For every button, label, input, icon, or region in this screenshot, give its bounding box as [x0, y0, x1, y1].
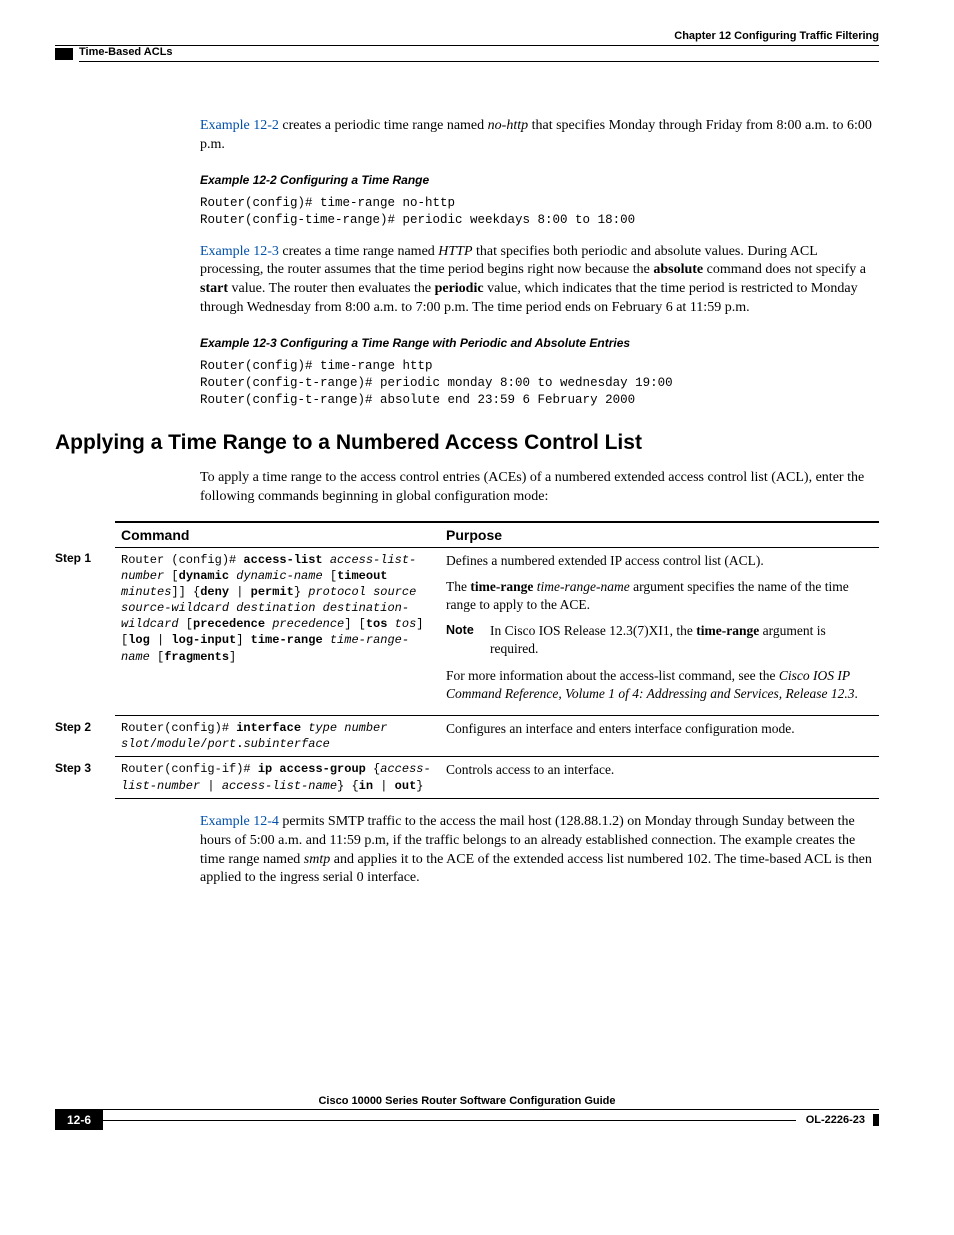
- heading-applying-time-range: Applying a Time Range to a Numbered Acce…: [55, 431, 879, 455]
- running-header-chapter: Chapter 12 Configuring Traffic Filtering: [55, 30, 879, 42]
- table-row: Step 2 Router(config)# interface type nu…: [55, 716, 879, 757]
- link-example-12-3[interactable]: Example 12-3: [200, 244, 279, 259]
- purpose-cell: Defines a numbered extended IP access co…: [440, 547, 879, 716]
- step-label: Step 1: [55, 547, 115, 716]
- header-decor-block: [55, 48, 73, 60]
- purpose-cell: Configures an interface and enters inter…: [440, 716, 879, 757]
- table-header-purpose: Purpose: [440, 522, 879, 548]
- page-number: 12-6: [55, 1110, 103, 1130]
- code-block: Router(config)# time-range http Router(c…: [200, 358, 879, 409]
- table-header-command: Command: [115, 522, 440, 548]
- command-cell: Router(config-if)# ip access-group {acce…: [115, 757, 440, 798]
- note-label: Note: [446, 622, 490, 658]
- step-label: Step 3: [55, 757, 115, 798]
- paragraph: To apply a time range to the access cont…: [200, 469, 879, 507]
- purpose-cell: Controls access to an interface.: [440, 757, 879, 798]
- table-row: Step 3 Router(config-if)# ip access-grou…: [55, 757, 879, 798]
- page-footer: Cisco 10000 Series Router Software Confi…: [55, 1095, 879, 1130]
- example-title: Example 12-2 Configuring a Time Range: [200, 173, 879, 187]
- command-cell: Router (config)# access-list access-list…: [115, 547, 440, 716]
- table-row: Step 1 Router (config)# access-list acce…: [55, 547, 879, 716]
- step-label: Step 2: [55, 716, 115, 757]
- doc-id: OL-2226-23: [796, 1114, 865, 1126]
- link-example-12-4[interactable]: Example 12-4: [200, 814, 279, 829]
- footer-decor-block: [873, 1114, 879, 1126]
- paragraph: Example 12-3 creates a time range named …: [200, 243, 879, 319]
- link-example-12-2[interactable]: Example 12-2: [200, 118, 279, 133]
- running-header-section: Time-Based ACLs: [79, 46, 879, 58]
- footer-guide-title: Cisco 10000 Series Router Software Confi…: [55, 1095, 879, 1107]
- example-title: Example 12-3 Configuring a Time Range wi…: [200, 336, 879, 350]
- paragraph: Example 12-2 creates a periodic time ran…: [200, 117, 879, 155]
- command-table: Command Purpose Step 1 Router (config)# …: [55, 521, 879, 799]
- code-block: Router(config)# time-range no-http Route…: [200, 195, 879, 229]
- paragraph: Example 12-4 permits SMTP traffic to the…: [200, 813, 879, 889]
- command-cell: Router(config)# interface type number sl…: [115, 716, 440, 757]
